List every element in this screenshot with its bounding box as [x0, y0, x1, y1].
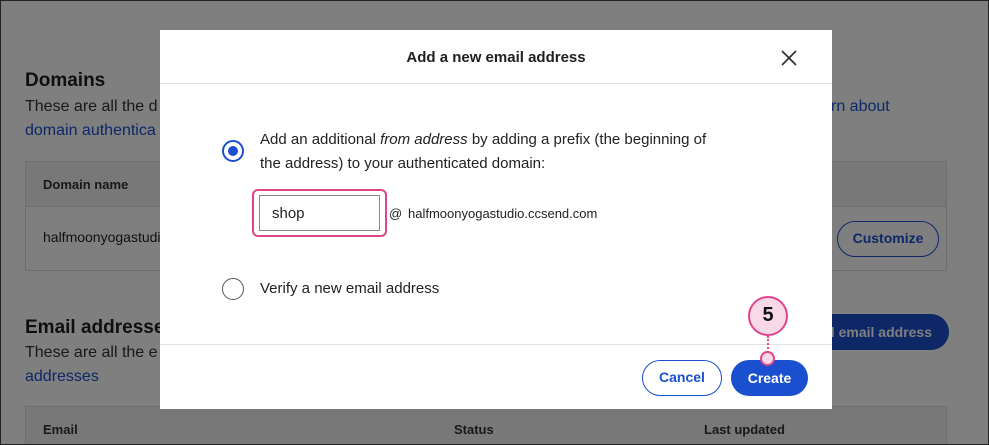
modal-title: Add a new email address	[406, 49, 586, 66]
close-icon[interactable]	[778, 47, 800, 69]
prefix-option-label: Add an additional from address by adding…	[260, 128, 706, 152]
add-email-modal: Add a new email address Add an additiona…	[160, 30, 832, 409]
modal-header: Add a new email address	[160, 30, 832, 84]
prefix-option-text-line2: the address) to your authenticated domai…	[260, 155, 546, 172]
prefix-option-text-2: by adding a prefix (the beginning of	[467, 131, 707, 148]
cancel-button[interactable]: Cancel	[642, 360, 722, 396]
prefix-option-italic: from address	[380, 131, 468, 148]
step-number-badge: 5	[748, 296, 788, 336]
verify-option-radio[interactable]	[222, 278, 244, 300]
domain-suffix: halfmoonyogastudio.ccsend.com	[408, 206, 598, 221]
prefix-option-radio[interactable]	[222, 140, 244, 162]
prefix-option-text-1: Add an additional	[260, 131, 381, 148]
verify-option-label: Verify a new email address	[260, 280, 440, 297]
modal-footer-divider	[160, 344, 832, 345]
at-symbol: @	[389, 206, 403, 221]
screenshot-frame: Domains These are all the d rn about dom…	[0, 0, 989, 445]
prefix-input[interactable]	[259, 195, 380, 231]
step-pointer-dot	[760, 351, 775, 366]
